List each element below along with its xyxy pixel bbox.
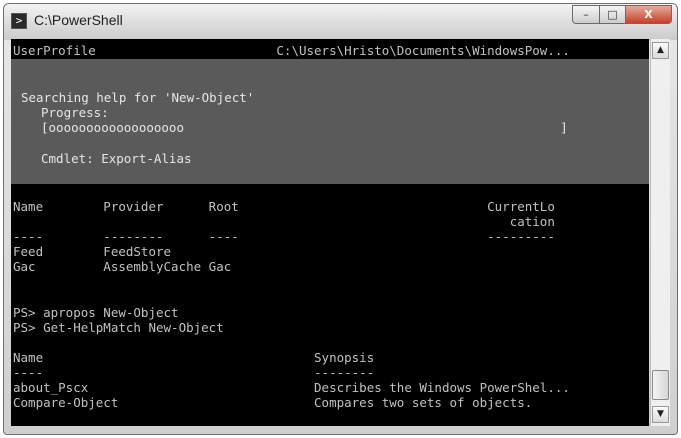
progress-activity: Searching help for 'New-Object' (21, 90, 255, 105)
console-output[interactable]: UserProfile C:\Users\Hristo\Documents\Wi… (11, 39, 649, 426)
scrollbar-thumb[interactable] (652, 370, 669, 400)
console-line-userprofile: UserProfile C:\Users\Hristo\Documents\Wi… (13, 43, 570, 58)
progress-status-label: Progress: (41, 105, 109, 120)
table-row: Feed FeedStore (13, 244, 172, 259)
maximize-button[interactable]: □ (599, 5, 626, 24)
progress-panel: Searching help for 'New-Object' Progress… (11, 59, 649, 184)
progress-current-operation: Cmdlet: Export-Alias (41, 151, 192, 166)
help-table-separator: ---- -------- (13, 365, 375, 380)
table-row: Compare-Object Compares two sets of obje… (13, 395, 533, 410)
window-title: C:\PowerShell (34, 12, 123, 28)
command-line: PS> Get-HelpMatch New-Object (13, 320, 224, 335)
drive-table-separator: ---- -------- ---- --------- (13, 229, 555, 244)
close-button[interactable]: X (625, 5, 672, 24)
command-line: PS> apropos New-Object (13, 305, 179, 320)
powershell-icon[interactable]: > (11, 13, 27, 29)
scroll-down-arrow-icon[interactable]: ▼ (652, 406, 669, 423)
help-table-header: Name Synopsis (13, 350, 375, 365)
vertical-scrollbar[interactable]: ▲ ▼ (650, 39, 670, 426)
table-row: about_Pscx Describes the Windows PowerSh… (13, 380, 570, 395)
minimize-button[interactable]: – (572, 5, 600, 24)
powershell-window: > C:\PowerShell – □ X UserProfile C:\Use… (3, 3, 678, 435)
drive-table-header: Name Provider Root CurrentLo (13, 199, 555, 214)
table-row: Gac AssemblyCache Gac (13, 259, 232, 274)
drive-table-header-wrap: cation (13, 214, 555, 229)
progress-bar: [oooooooooooooooooo ] (41, 120, 568, 135)
title-bar[interactable]: > C:\PowerShell – □ X (4, 4, 677, 40)
scroll-up-arrow-icon[interactable]: ▲ (652, 42, 669, 59)
